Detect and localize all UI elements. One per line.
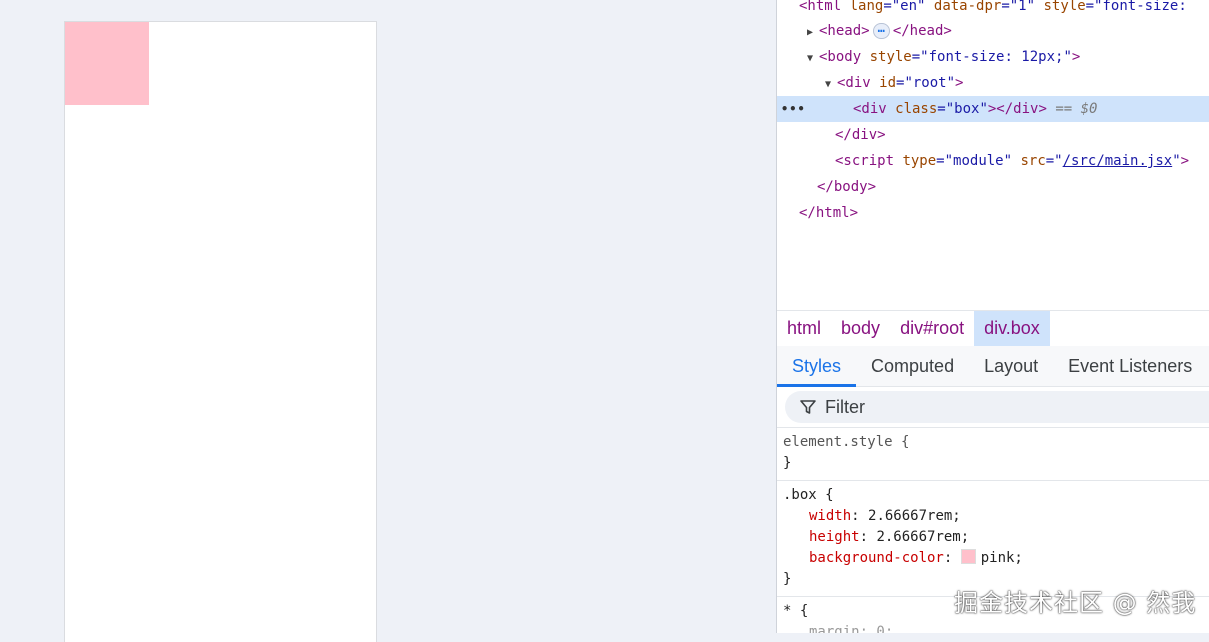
dom-node-html[interactable]: <html lang="en" data-dpr="1" style="font… bbox=[777, 0, 1209, 19]
script-src-link[interactable]: /src/main.jsx bbox=[1063, 153, 1173, 169]
breadcrumb-div-root[interactable]: div#root bbox=[890, 311, 974, 346]
tab-computed[interactable]: Computed bbox=[856, 346, 969, 386]
collapsed-ellipsis-button[interactable]: … bbox=[872, 22, 890, 39]
dom-node-script[interactable]: <script type="module" src="/src/main.jsx… bbox=[777, 148, 1209, 174]
dom-node-body-close[interactable]: </body> bbox=[777, 174, 1209, 200]
tab-event-listeners[interactable]: Event Listeners bbox=[1053, 346, 1207, 386]
device-frame bbox=[64, 21, 377, 642]
rule-selector[interactable]: .box { bbox=[783, 485, 1204, 506]
declaration-height[interactable]: height: 2.66667rem; bbox=[783, 527, 1204, 548]
devtools-panel: <html lang="en" data-dpr="1" style="font… bbox=[776, 0, 1209, 633]
styles-filter-input[interactable]: Filter bbox=[785, 391, 1209, 423]
dom-node-html-close[interactable]: </html> bbox=[777, 200, 1209, 226]
pink-box-element[interactable] bbox=[65, 22, 149, 105]
rule-element-style: element.style { } bbox=[777, 428, 1209, 481]
collapse-triangle-icon[interactable]: ▼ bbox=[807, 46, 819, 72]
sidebar-tabs: Styles Computed Layout Event Listeners bbox=[777, 346, 1209, 387]
juejin-watermark: 掘金技术社区 @ 然我 bbox=[954, 589, 1197, 617]
color-swatch-icon[interactable] bbox=[960, 549, 976, 564]
breadcrumb-body[interactable]: body bbox=[831, 311, 890, 346]
rule-close-brace: } bbox=[783, 455, 792, 471]
dom-node-div-root[interactable]: ▼ <div id="root"> bbox=[777, 70, 1209, 96]
rule-box: .box { width: 2.66667rem; height: 2.6666… bbox=[777, 481, 1209, 597]
dom-node-body[interactable]: ▼ <body style="font-size: 12px;"> bbox=[777, 44, 1209, 70]
dom-node-div-box-selected[interactable]: ••• <div class="box"></div> == $0 bbox=[777, 96, 1209, 122]
tab-styles[interactable]: Styles bbox=[777, 346, 857, 387]
breadcrumb-html[interactable]: html bbox=[777, 311, 831, 346]
declaration-width[interactable]: width: 2.66667rem; bbox=[783, 506, 1204, 527]
tab-layout[interactable]: Layout bbox=[969, 346, 1053, 386]
elements-dom-tree: <html lang="en" data-dpr="1" style="font… bbox=[777, 0, 1209, 310]
rule-selector[interactable]: element.style { bbox=[783, 432, 1204, 453]
page-viewport bbox=[0, 0, 776, 642]
declaration-margin-partial[interactable]: margin: 0; bbox=[783, 622, 1204, 633]
filter-bar: Filter bbox=[777, 387, 1209, 428]
filter-placeholder: Filter bbox=[825, 396, 865, 417]
dom-node-div-close[interactable]: </div> bbox=[777, 122, 1209, 148]
more-options-icon[interactable]: ••• bbox=[781, 96, 806, 122]
collapse-triangle-icon[interactable]: ▼ bbox=[825, 72, 837, 98]
dom-node-head[interactable]: ▶ <head>… </head> bbox=[777, 18, 1209, 44]
expand-triangle-icon[interactable]: ▶ bbox=[807, 20, 819, 46]
filter-icon bbox=[800, 400, 816, 414]
elements-breadcrumb: html body div#root div.box bbox=[777, 310, 1209, 347]
breadcrumb-div-box[interactable]: div.box bbox=[974, 311, 1050, 346]
declaration-background-color[interactable]: background-color: pink; bbox=[783, 548, 1204, 569]
